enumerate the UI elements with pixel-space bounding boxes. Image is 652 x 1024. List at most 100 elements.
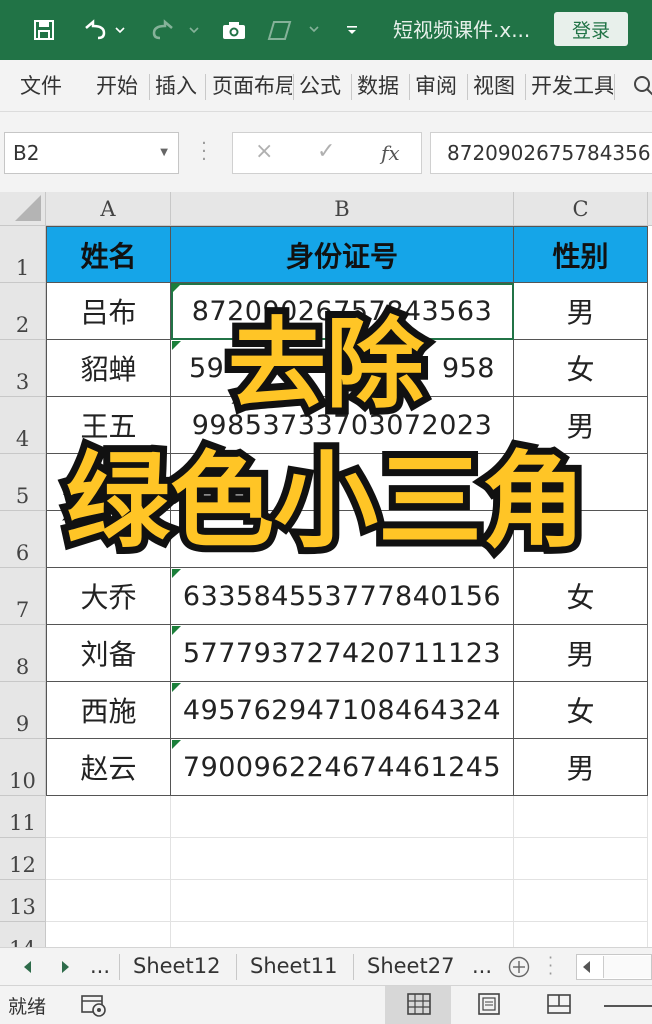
login-button[interactable]: 登录 [554,12,628,46]
table-cell[interactable]: 男 [514,397,648,454]
select-all-button[interactable] [0,192,46,226]
table-cell[interactable]: 吕布 [46,283,171,340]
empty-cell[interactable] [171,796,514,838]
error-indicator-icon[interactable] [172,569,181,578]
sheet-tab[interactable]: Sheet11 [250,948,337,985]
row-header[interactable]: 5 [0,454,46,511]
scrollbar-left-arrow-icon[interactable] [583,961,590,973]
name-box[interactable]: B2 ▼ [4,132,179,174]
table-cell[interactable]: 赵云 [46,739,171,796]
table-cell-selected[interactable]: 87209026757843563 [171,283,514,340]
tab-view[interactable]: 视图 [473,70,515,102]
horizontal-scrollbar[interactable] [576,954,652,980]
scroll-right-icon[interactable] [62,961,69,973]
tab-file[interactable]: 文件 [20,70,62,102]
tab-page-layout[interactable]: 页面布局 [212,70,292,102]
tab-review[interactable]: 审阅 [415,70,457,102]
header-cell-id[interactable]: 身份证号 [171,226,514,283]
error-indicator-icon[interactable] [172,740,181,749]
error-indicator-icon[interactable] [172,284,181,293]
normal-view-icon[interactable] [406,992,432,1020]
table-cell[interactable]: 男 [514,625,648,682]
table-cell[interactable] [171,454,514,511]
sheet-tab[interactable]: Sheet27 [367,948,454,985]
table-cell[interactable] [46,454,171,511]
empty-cell[interactable] [171,880,514,922]
error-indicator-icon[interactable] [172,341,181,350]
tab-splitter-icon[interactable]: · · · [548,950,556,982]
scroll-left-icon[interactable] [24,961,31,973]
customize-icon[interactable] [344,12,360,48]
header-cell-gender[interactable]: 性别 [514,226,648,283]
column-header-c[interactable]: C [514,192,648,226]
tab-developer[interactable]: 开发工具 [531,70,613,102]
redo-icon[interactable] [150,12,202,48]
header-cell-name[interactable]: 姓名 [46,226,171,283]
empty-cell[interactable] [46,922,171,947]
empty-cell[interactable] [171,838,514,880]
zoom-slider[interactable] [604,1005,652,1007]
table-cell[interactable] [514,454,648,511]
error-indicator-icon[interactable] [172,626,181,635]
formula-bar-grip-icon[interactable]: · · · [200,135,208,169]
table-cell[interactable]: 633584553777840156 [171,568,514,625]
table-cell[interactable]: 女 [514,682,648,739]
row-header[interactable]: 10 [0,739,46,796]
row-header[interactable]: 8 [0,625,46,682]
save-icon[interactable] [28,12,60,48]
error-indicator-icon[interactable] [172,683,181,692]
table-cell[interactable]: 貂蝉 [46,340,171,397]
undo-icon[interactable] [82,12,126,48]
empty-cell[interactable] [46,838,171,880]
empty-cell[interactable] [46,796,171,838]
table-cell[interactable]: 男 [514,283,648,340]
row-header[interactable]: 9 [0,682,46,739]
row-header[interactable]: 7 [0,568,46,625]
table-cell[interactable]: 刘备 [46,625,171,682]
table-cell[interactable]: 男 [514,739,648,796]
column-header-d[interactable] [648,192,652,226]
scrollbar-thumb[interactable] [603,956,651,978]
empty-cell[interactable] [46,880,171,922]
tab-formulas[interactable]: 公式 [299,70,341,102]
page-layout-icon[interactable] [476,992,502,1020]
table-cell[interactable]: 790096224674461245 [171,739,514,796]
column-header-b[interactable]: B [171,192,514,226]
table-cell[interactable] [46,511,171,568]
table-cell[interactable]: 495762947108464324 [171,682,514,739]
table-cell[interactable]: 女 [514,568,648,625]
shape-icon[interactable] [266,12,322,48]
formula-input[interactable]: 87209026757843563 [430,132,652,174]
page-break-preview-icon[interactable] [546,992,572,1020]
tab-insert[interactable]: 插入 [155,70,197,102]
tab-data[interactable]: 数据 [357,70,399,102]
table-cell[interactable]: 59 958 [171,340,514,397]
more-sheets-left[interactable]: ... [90,948,110,985]
row-header[interactable]: 4 [0,397,46,454]
camera-icon[interactable] [220,12,248,48]
table-cell[interactable] [171,511,514,568]
accessibility-icon[interactable] [80,992,108,1022]
add-sheet-icon[interactable] [508,956,530,982]
table-cell[interactable]: 99853733703072023 [171,397,514,454]
empty-cell[interactable] [514,838,648,880]
table-cell[interactable]: 大乔 [46,568,171,625]
row-header[interactable]: 1 [0,226,46,283]
insert-function-button[interactable]: fx [381,141,400,165]
enter-icon[interactable]: ✓ [317,139,335,164]
sheet-tab[interactable]: Sheet12 [133,948,220,985]
row-header[interactable]: 3 [0,340,46,397]
row-header[interactable]: 6 [0,511,46,568]
empty-cell[interactable] [514,796,648,838]
empty-cell[interactable] [514,880,648,922]
table-cell[interactable]: 西施 [46,682,171,739]
table-cell[interactable]: 王五 [46,397,171,454]
cancel-icon[interactable]: × [255,139,273,164]
column-header-a[interactable]: A [46,192,171,226]
empty-cell[interactable] [171,922,514,947]
table-cell[interactable]: 女 [514,340,648,397]
tab-home[interactable]: 开始 [96,70,138,102]
table-cell[interactable] [514,511,648,568]
row-header[interactable]: 12 [0,838,46,880]
row-header[interactable]: 11 [0,796,46,838]
